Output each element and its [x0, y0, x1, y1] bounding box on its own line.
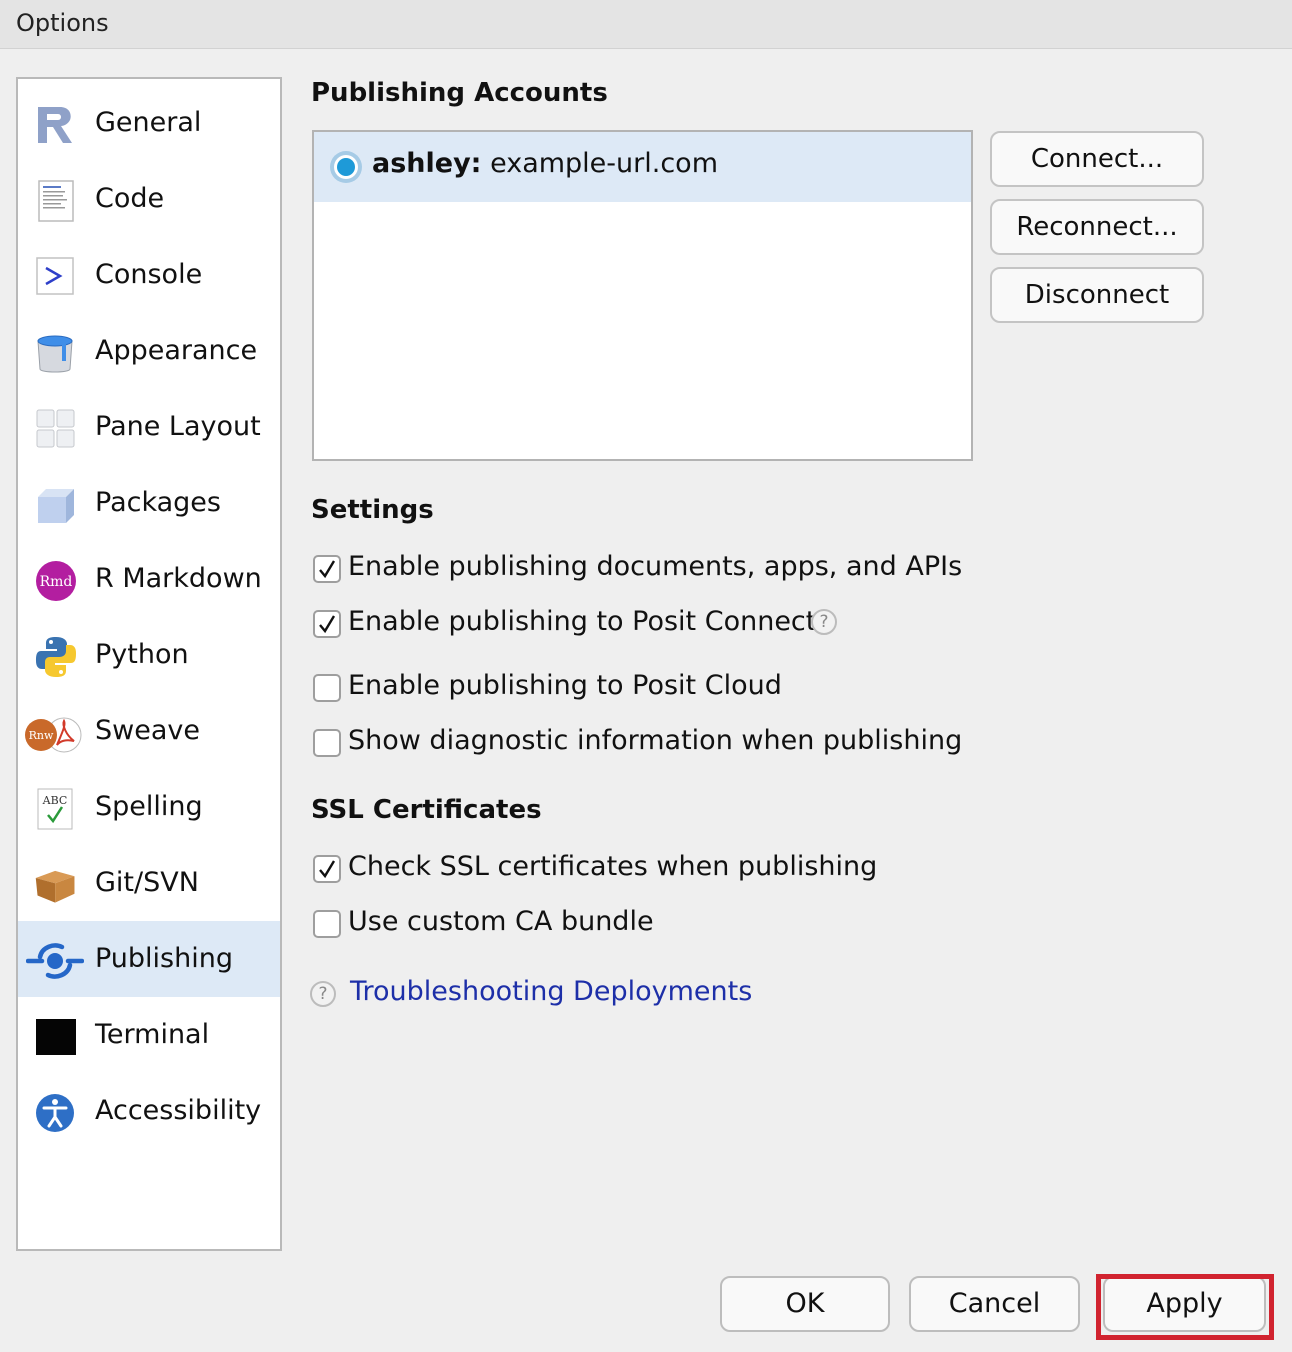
help-icon: ? [310, 981, 336, 1007]
sweave-icon: Rnw [25, 717, 82, 753]
sidebar-item-console[interactable]: Console [18, 237, 280, 313]
sidebar-item-label: Publishing [95, 943, 233, 974]
ssl-certificates-heading: SSL Certificates [311, 795, 542, 825]
dialog-title: Options [16, 9, 109, 37]
help-icon[interactable]: ? [811, 609, 837, 635]
sidebar-item-label: Packages [95, 487, 221, 518]
ok-button[interactable]: OK [720, 1276, 890, 1332]
posit-connect-checkbox[interactable] [313, 610, 341, 638]
account-server-icon [330, 151, 362, 183]
reconnect-button[interactable]: Reconnect... [990, 199, 1204, 255]
sidebar-item-label: Terminal [95, 1019, 210, 1050]
svg-text:ABC: ABC [42, 794, 68, 807]
sidebar-item-label: Accessibility [95, 1095, 262, 1126]
sidebar-item-code[interactable]: Code [18, 161, 280, 237]
checkbox-label: Enable publishing to Posit Cloud [348, 670, 782, 701]
connect-button[interactable]: Connect... [990, 131, 1204, 187]
sidebar-item-pane-layout[interactable]: Pane Layout [18, 389, 280, 465]
r-logo-icon [38, 107, 72, 143]
sidebar-item-label: Git/SVN [95, 867, 199, 898]
accounts-list[interactable]: ashley: example-url.com [312, 130, 973, 461]
sidebar-item-accessibility[interactable]: Accessibility [18, 1073, 280, 1149]
sidebar-item-terminal[interactable]: Terminal [18, 997, 280, 1073]
spelling-icon: ABC [37, 788, 73, 830]
paint-bucket-icon [37, 335, 73, 373]
apply-highlight-box [1096, 1274, 1274, 1340]
sidebar-item-label: Appearance [95, 335, 258, 366]
checkbox-label: Enable publishing documents, apps, and A… [348, 551, 963, 582]
sidebar-item-label: Python [95, 639, 189, 670]
settings-heading: Settings [311, 495, 434, 525]
rmd-icon: Rmd [36, 561, 76, 601]
console-icon [36, 257, 74, 295]
account-row[interactable]: ashley: example-url.com [314, 132, 971, 202]
sidebar-item-label: R Markdown [95, 563, 262, 594]
account-user: ashley: [372, 148, 482, 179]
publishing-accounts-heading: Publishing Accounts [311, 78, 608, 108]
custom-ca-bundle-checkbox[interactable] [313, 910, 341, 938]
terminal-icon [36, 1019, 76, 1055]
posit-cloud-checkbox[interactable] [313, 674, 341, 702]
enable-publishing-checkbox[interactable] [313, 555, 341, 583]
options-sidebar: General Code Console Appearance Pane Lay… [16, 77, 282, 1251]
disconnect-button[interactable]: Disconnect [990, 267, 1204, 323]
sidebar-item-general[interactable]: General [18, 85, 280, 161]
sidebar-item-label: Spelling [95, 791, 203, 822]
publishing-icon [26, 943, 84, 979]
git-box-icon [35, 870, 75, 903]
package-box-icon [38, 489, 74, 523]
checkbox-label: Show diagnostic information when publish… [348, 725, 963, 756]
code-icon [38, 180, 74, 222]
sidebar-item-label: Console [95, 259, 203, 290]
svg-text:Rmd: Rmd [40, 574, 73, 590]
sidebar-item-label: Code [95, 183, 165, 214]
diagnostic-info-checkbox[interactable] [313, 729, 341, 757]
checkbox-label: Use custom CA bundle [348, 906, 654, 937]
sidebar-item-r-markdown[interactable]: Rmd R Markdown [18, 541, 280, 617]
sidebar-item-label: General [95, 107, 202, 138]
sidebar-item-spelling[interactable]: ABC Spelling [18, 769, 280, 845]
account-server: example-url.com [490, 148, 718, 179]
sidebar-item-label: Pane Layout [95, 411, 261, 442]
svg-text:Rnw: Rnw [29, 729, 54, 742]
sidebar-item-label: Sweave [95, 715, 200, 746]
checkbox-label: Check SSL certificates when publishing [348, 851, 878, 882]
sidebar-item-publishing[interactable]: Publishing [18, 921, 280, 997]
cancel-button[interactable]: Cancel [909, 1276, 1080, 1332]
checkbox-label: Enable publishing to Posit Connect [348, 606, 817, 637]
accessibility-icon [36, 1094, 74, 1132]
pane-layout-icon [36, 409, 75, 448]
sidebar-item-sweave[interactable]: Rnw Sweave [18, 693, 280, 769]
sidebar-item-appearance[interactable]: Appearance [18, 313, 280, 389]
sidebar-item-python[interactable]: Python [18, 617, 280, 693]
dialog-titlebar: Options [0, 0, 1292, 49]
sidebar-item-git-svn[interactable]: Git/SVN [18, 845, 280, 921]
check-ssl-checkbox[interactable] [313, 855, 341, 883]
troubleshooting-deployments-link[interactable]: Troubleshooting Deployments [350, 976, 752, 1007]
sidebar-item-packages[interactable]: Packages [18, 465, 280, 541]
python-icon [36, 637, 76, 677]
